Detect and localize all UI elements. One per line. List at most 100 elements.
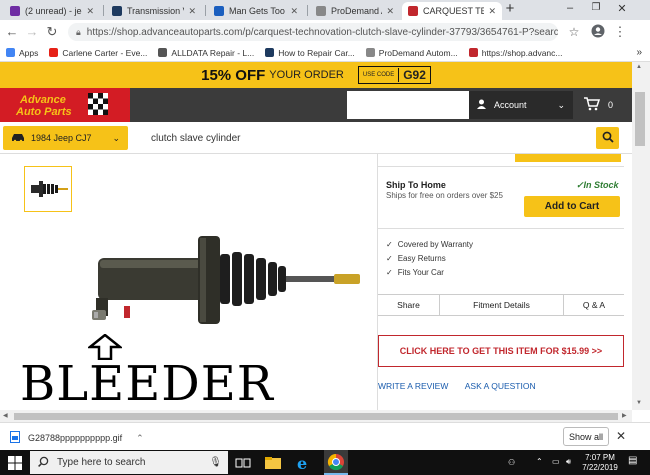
promo-headline: 15% OFF — [201, 66, 266, 84]
clock-time: 7:07 PM — [585, 453, 615, 462]
notifications-icon[interactable]: ▤ — [628, 456, 637, 466]
promo-code-label: USE CODE — [362, 72, 395, 78]
chevron-up-icon[interactable]: ⌃ — [136, 433, 144, 444]
lock-icon: 🔒︎ — [76, 26, 81, 37]
file-explorer-icon[interactable] — [264, 454, 282, 472]
new-tab-button[interactable]: + — [500, 0, 520, 17]
window-close-button[interactable]: ✕ — [612, 2, 632, 15]
bookmark-apps[interactable]: Apps — [6, 48, 38, 58]
browser-tab-4[interactable]: ProDemand Auto ✕ — [310, 2, 400, 20]
close-icon[interactable]: ✕ — [488, 6, 496, 17]
perk-label: Easy Returns — [397, 254, 446, 263]
tab-qa[interactable]: Q & A — [564, 295, 624, 315]
browser-tab-3[interactable]: Man Gets Too Clo ✕ — [208, 2, 304, 20]
clock[interactable]: 7:07 PM 7/22/2019 — [580, 453, 620, 473]
volume-icon[interactable]: 🔊︎ — [566, 457, 571, 467]
bookmark-item[interactable]: ProDemand Autom... — [365, 48, 458, 58]
people-icon[interactable]: ⚇ — [508, 458, 515, 468]
ask-question-link[interactable]: ASK A QUESTION — [465, 381, 536, 391]
ship-to-home-title: Ship To Home — [386, 180, 446, 190]
taskbar-search-placeholder: Type here to search — [57, 457, 146, 468]
browser-tab-5[interactable]: CARQUEST TECH ✕ — [402, 2, 502, 20]
windows-taskbar: Type here to search 🎙︎ e ⚇ ⌃ ▭ 🔊︎ 7:07 P… — [0, 450, 650, 475]
price-promo-link[interactable]: CLICK HERE TO GET THIS ITEM FOR $15.99 >… — [378, 335, 624, 367]
cart-button[interactable]: 0 — [574, 91, 632, 119]
tab-fitment-details[interactable]: Fitment Details — [440, 295, 564, 315]
address-bar[interactable]: 🔒︎ https://shop.advanceautoparts.com/p/c… — [68, 23, 558, 41]
account-menu[interactable]: Account ⌄ — [469, 91, 573, 119]
mail-icon — [10, 6, 20, 16]
tab-divider — [103, 5, 104, 16]
windows-start-icon[interactable] — [8, 456, 22, 470]
site-icon — [365, 48, 375, 57]
bookmark-star-icon[interactable]: ☆ — [566, 24, 582, 40]
chrome-icon[interactable] — [324, 450, 348, 475]
advance-auto-parts-logo[interactable]: Advance Auto Parts — [0, 88, 130, 122]
search-button[interactable] — [596, 127, 619, 149]
vehicle-selector[interactable]: 1984 Jeep CJ7 ⌄ — [3, 126, 128, 150]
search-query: clutch slave cylinder — [151, 132, 241, 144]
bookmark-label: ALLDATA Repair - L... — [171, 47, 255, 58]
bookmark-item[interactable]: Carlene Carter - Eve... — [49, 48, 147, 58]
store-pickup-button[interactable] — [515, 154, 621, 162]
close-icon[interactable]: ✕ — [290, 6, 298, 17]
scrollbar-thumb[interactable] — [635, 92, 645, 146]
menu-icon[interactable]: ⋮ — [612, 24, 628, 40]
tab-divider — [205, 5, 206, 16]
scroll-up-icon[interactable]: ▲ — [636, 64, 642, 70]
header-search-box[interactable] — [347, 91, 469, 119]
browser-tab-2[interactable]: Transmission Very ✕ — [106, 2, 202, 20]
chevron-up-icon[interactable]: ⌃ — [536, 457, 543, 467]
divider — [378, 166, 624, 167]
close-icon[interactable]: ✕ — [616, 429, 626, 443]
download-filename: G28788pppppppppp.gif — [28, 433, 123, 443]
perk-warranty: ✓ Covered by Warranty — [386, 240, 473, 249]
scroll-down-icon[interactable]: ▼ — [636, 400, 642, 406]
bookmark-item[interactable]: How to Repair Car... — [265, 48, 355, 58]
back-button[interactable]: ← — [4, 24, 20, 40]
url-text: https://shop.advanceautoparts.com/p/carq… — [86, 26, 558, 38]
scrollbar-thumb[interactable] — [14, 413, 618, 420]
search-input[interactable]: clutch slave cylinder — [137, 126, 592, 150]
profile-icon[interactable] — [590, 24, 606, 40]
download-item[interactable]: G28788pppppppppp.gif ⌃ — [10, 431, 144, 445]
browser-tab-1[interactable]: (2 unread) - jeep ✕ — [4, 2, 100, 20]
reload-button[interactable]: ↻ — [44, 24, 60, 40]
scroll-right-icon[interactable]: ▶ — [622, 412, 627, 419]
forward-button[interactable]: → — [24, 24, 40, 40]
internet-explorer-icon[interactable]: e — [294, 454, 312, 473]
site-icon — [265, 48, 275, 57]
horizontal-scrollbar[interactable]: ◀ ▶ — [0, 410, 632, 422]
close-icon[interactable]: ✕ — [386, 6, 394, 17]
task-view-icon[interactable] — [234, 454, 252, 472]
apps-icon — [6, 48, 15, 57]
show-all-button[interactable]: Show all — [563, 427, 609, 446]
close-icon[interactable]: ✕ — [188, 6, 196, 17]
car-icon — [11, 133, 25, 144]
more-bookmarks-icon[interactable]: » — [636, 47, 642, 58]
write-review-link[interactable]: WRITE A REVIEW — [378, 381, 448, 391]
check-icon: ✓ — [386, 254, 393, 263]
microphone-icon[interactable]: 🎙︎ — [209, 457, 222, 468]
vertical-scrollbar[interactable]: ▲ ▼ — [632, 62, 650, 410]
bookmark-item[interactable]: ALLDATA Repair - L... — [158, 48, 254, 58]
scroll-left-icon[interactable]: ◀ — [3, 412, 8, 419]
address-row: ← → ↻ 🔒︎ https://shop.advanceautoparts.c… — [0, 20, 650, 44]
close-icon[interactable]: ✕ — [86, 6, 94, 17]
bookmarks-bar: Apps Carlene Carter - Eve... ALLDATA Rep… — [0, 44, 650, 62]
downloads-bar: G28788pppppppppp.gif ⌃ Show all ✕ — [0, 422, 650, 450]
restore-button[interactable]: ❐ — [586, 2, 606, 13]
tab-share[interactable]: Share — [378, 295, 440, 315]
svg-text:e: e — [297, 454, 307, 472]
promo-banner[interactable]: 15% OFF YOUR ORDER USE CODE G92 — [0, 62, 632, 88]
taskbar-search[interactable]: Type here to search 🎙︎ — [30, 451, 228, 474]
product-thumbnail[interactable] — [24, 166, 72, 212]
tab-title: (2 unread) - jeep — [25, 6, 82, 16]
add-to-cart-button[interactable]: Add to Cart — [524, 196, 620, 217]
network-icon[interactable]: ▭ — [552, 457, 560, 467]
in-stock-badge: ✓In Stock — [576, 180, 619, 190]
tab-title: Transmission Very — [127, 6, 184, 16]
bookmark-item[interactable]: https://shop.advanc... — [468, 48, 563, 58]
minimize-button[interactable]: – — [560, 2, 580, 14]
promo-code-box: USE CODE G92 — [357, 66, 431, 84]
